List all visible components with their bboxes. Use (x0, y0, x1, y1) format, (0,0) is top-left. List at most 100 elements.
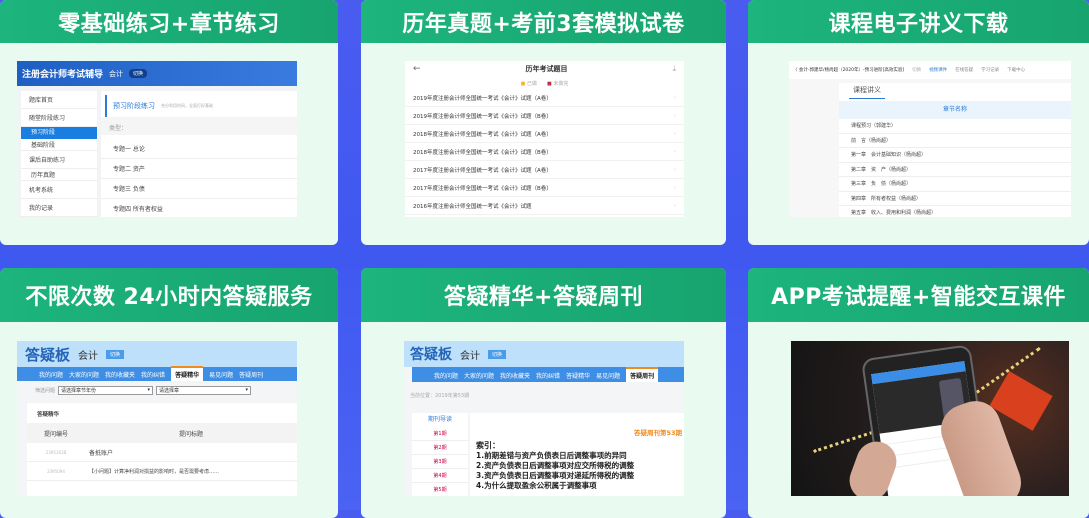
tab[interactable]: 我的收藏夹 (105, 368, 135, 381)
sidebar-item[interactable]: 历年真题 (21, 169, 97, 181)
list-item[interactable]: 第四章 所有者权益（杨尚超） (839, 192, 1071, 206)
tab[interactable]: 我的纠错 (141, 368, 165, 381)
tab[interactable]: 易见问题 (596, 369, 620, 382)
card-past-exams: 历年真题+考前3套模拟试卷 ← 历年考试题目 ⤓ ■ 已做 ■ 未做完 2019… (361, 0, 726, 245)
breadcrumb[interactable]: 〈 会计-郭建华/杨尚超（2020年）-预习进阶[高效实验] (793, 67, 904, 73)
tab[interactable]: 答疑周刊 (626, 367, 659, 382)
col-header-title: 提问标题 (178, 430, 203, 438)
index-item[interactable]: 2.资产负债表日后调整事项对应交所得税的调整 (476, 461, 678, 471)
tab[interactable]: 答疑精华 (566, 369, 590, 382)
chevron-right-icon: › (673, 112, 676, 119)
chevron-right-icon: › (673, 94, 676, 101)
sidebar-item-active[interactable]: 预习阶段 (21, 127, 97, 139)
index-item[interactable]: 1.前期差错与资产负债表日后调整事项的异同 (476, 451, 678, 461)
list-item[interactable]: 2017年度注册会计师全国统一考试《会计》试题（B卷） › (405, 179, 684, 197)
chevron-right-icon: › (673, 184, 676, 191)
issue-link[interactable]: 第1期 (412, 427, 468, 441)
list-item[interactable]: 第五章 收入、费用和利润（杨尚超） (839, 206, 1071, 217)
chevron-right-icon: › (673, 130, 676, 137)
filter-label: 类型： (101, 117, 297, 135)
column-header: 章节名称 (839, 101, 1071, 119)
current-location: 当前位置：2019年第53期 (410, 393, 470, 399)
past-exams-screenshot: ← 历年考试题目 ⤓ ■ 已做 ■ 未做完 2019年度注册会计师全国统一考试《… (405, 61, 684, 217)
list-item[interactable]: 2017年度注册会计师全国统一考试《会计》试题（A卷） › (405, 161, 684, 179)
section-select[interactable]: 请选择章 ▾ (156, 385, 252, 395)
list-item[interactable]: 2018年度注册会计师全国统一考试《会计》试题（B卷） › (405, 143, 684, 161)
tab[interactable]: 我的纠错 (536, 369, 560, 382)
tab[interactable]: 易见问题 (209, 368, 233, 381)
tab[interactable]: 答疑周刊 (239, 368, 263, 381)
chevron-right-icon: › (673, 202, 676, 209)
list-item[interactable]: 第三章 负 债（杨尚超） (839, 177, 1071, 192)
card-title: 不限次数 24小时内答疑服务 (0, 268, 338, 322)
sidebar-item[interactable]: 我的记录 (21, 199, 97, 217)
sidebar-item[interactable]: 基础阶段 (21, 139, 97, 151)
exam-title: 2018年度注册会计师全国统一考试《会计》试题（B卷） (413, 149, 552, 156)
tab[interactable]: 答疑精华 (171, 366, 204, 381)
tab-handout[interactable]: 课程讲义 (849, 85, 885, 99)
exam-title: 2018年度注册会计师全国统一考试《会计》试题（A卷） (413, 131, 552, 138)
sidebar-item[interactable]: 题库首页 (21, 91, 97, 109)
tab-qa[interactable]: 在线答疑 (955, 67, 973, 73)
list-item[interactable]: 2016年度注册会计师全国统一考试《会计》试题 › (405, 197, 684, 215)
issue-link[interactable]: 第3期 (412, 455, 468, 469)
card-app-courseware: APP考试提醒+智能交互课件 (748, 268, 1089, 518)
download-icon[interactable]: ⤓ (672, 64, 676, 74)
chapter-select[interactable]: 请选择章节年份 ▾ (58, 385, 154, 395)
tab[interactable]: 我的问题 (39, 368, 63, 381)
back-arrow-icon[interactable]: ← (413, 64, 421, 74)
issue-title: 答疑周刊第53期 (633, 429, 682, 437)
nav-title: 期刊导读 (427, 416, 452, 423)
switch-button[interactable]: 切换 (129, 69, 148, 78)
list-item[interactable]: 专题三 负债 (101, 179, 297, 199)
tab[interactable]: 我的问题 (434, 369, 458, 382)
sidebar-item[interactable]: 课后自助练习 (21, 151, 97, 169)
section-title: 答疑精华 (37, 412, 60, 418)
panel-hint: 充分利用时间，全面打好基础 (161, 103, 213, 108)
switch-button[interactable]: 切换 (488, 349, 507, 359)
list-item[interactable]: 第一章 会计基础知识（杨尚超） (839, 148, 1071, 163)
switch-button[interactable]: 切换 (106, 349, 125, 359)
sidebar-item[interactable]: 随堂阶段练习 (21, 109, 97, 127)
list-item[interactable]: 专题四 所有者权益 (101, 199, 297, 217)
tab[interactable]: 大家的问题 (69, 368, 99, 381)
list-item[interactable]: 2019年度注册会计师全国统一考试《会计》试题（B卷） › (405, 107, 684, 125)
exam-title: 2017年度注册会计师全国统一考试《会计》试题（B卷） (413, 185, 552, 192)
tab-download[interactable]: 下载中心 (1007, 67, 1025, 73)
issue-link[interactable]: 第2期 (412, 441, 468, 455)
index-item[interactable]: 4.为什么提取盈余公积属于调整事项 (476, 481, 678, 491)
list-item[interactable]: 2018年度注册会计师全国统一考试《会计》试题（A卷） › (405, 125, 684, 143)
tab-video[interactable]: 视频课件 (929, 67, 947, 73)
filter-label: 筛选问题 (35, 387, 56, 394)
chevron-right-icon: › (673, 148, 676, 155)
issue-link[interactable]: 第4期 (412, 469, 468, 483)
qa-weekly-screenshot: 答疑板 会计 切换 我的问题 大家的问题 我的收藏夹 我的纠错 答疑精华 易见问题 答疑周刊… (404, 341, 684, 496)
issue-link[interactable]: 第5期 (412, 483, 468, 496)
exam-title: 2019年度注册会计师全国统一考试《会计》试题（B卷） (413, 113, 552, 120)
table-row[interactable]: 2395161B 备抵账户 (27, 443, 297, 462)
list-item[interactable]: 前 言（杨尚超） (839, 134, 1071, 148)
subject: 会计 (460, 350, 480, 362)
tab-record[interactable]: 学习记录 (981, 67, 999, 73)
sidebar-item[interactable]: 机考系统 (21, 181, 97, 199)
card-qa-service: 不限次数 24小时内答疑服务 答疑板 会计 切换 我的问题 大家的问题 我的收藏夹我… (0, 268, 338, 518)
list-item[interactable]: 2019年度注册会计师全国统一考试《会计》试题（A卷） › (405, 89, 684, 107)
list-item[interactable]: 课程预习（郭建华） (839, 119, 1071, 134)
index-item[interactable]: 3.资产负债表日后调整事项对递延所得税的调整 (476, 471, 678, 481)
card-title: APP考试提醒+智能交互课件 (748, 268, 1089, 322)
subject: 会计 (78, 350, 99, 362)
card-title: 课程电子讲义下载 (748, 0, 1089, 43)
list-item[interactable]: 专题一 总论 (101, 139, 297, 159)
table-row[interactable]: 2395094 【小问题】计算净利润对损益的影响时，是否需要考虑…… (27, 462, 297, 481)
list-item[interactable]: 专题二 资产 (101, 159, 297, 179)
subject: 会计 (109, 69, 124, 78)
panel-title: 预习阶段练习 (113, 102, 155, 110)
card-qa-weekly: 答疑精华+答疑周刊 答疑板 会计 切换 我的问题 大家的问题 我的收藏夹 我的纠错 答疑… (361, 268, 726, 518)
col-header-id: 提问编号 (43, 430, 68, 438)
page-title: 历年考试题目 (525, 65, 568, 73)
list-item[interactable]: 第二章 资 产（杨尚超） (839, 163, 1071, 177)
tab[interactable]: 大家的问题 (464, 369, 494, 382)
tab[interactable]: 我的收藏夹 (500, 369, 530, 382)
sidebar: 题库首页 随堂阶段练习 预习阶段 基础阶段 课后自助练习 历年真题 机考系统 我… (21, 91, 97, 217)
tab-switch[interactable]: 切换 (912, 67, 921, 73)
